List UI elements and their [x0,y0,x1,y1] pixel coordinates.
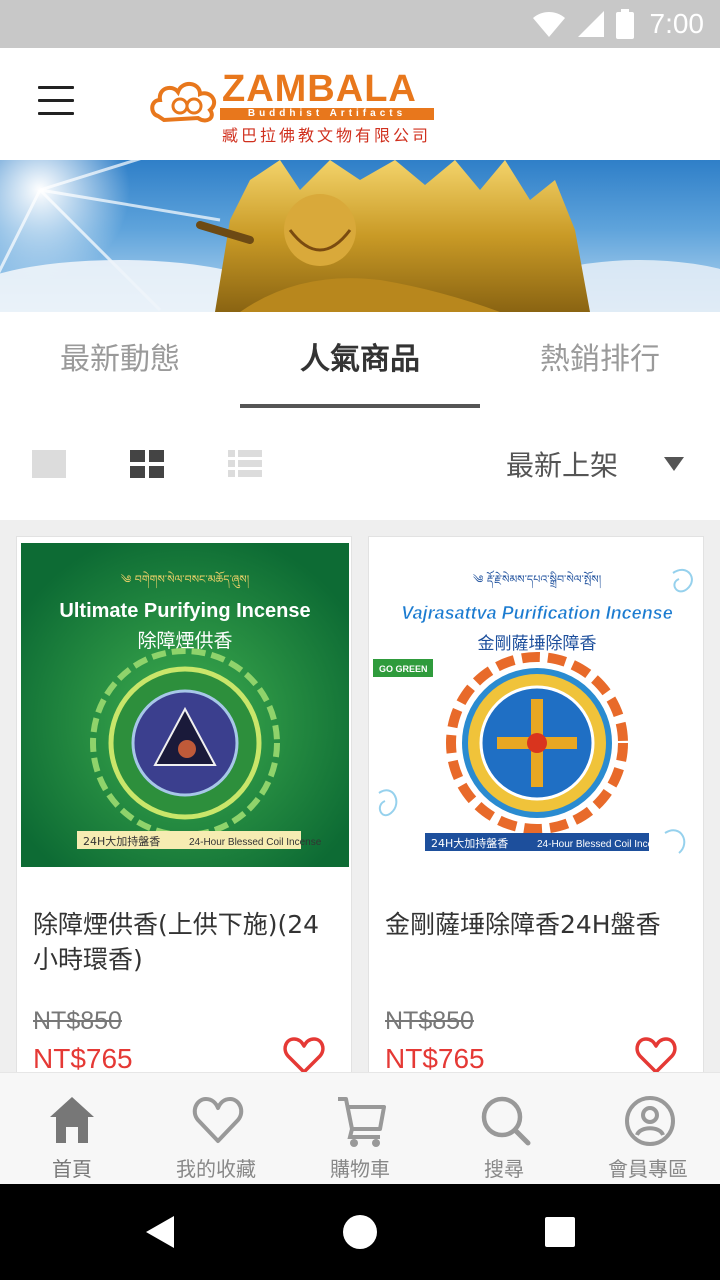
brand-name: ZAMBALA [222,68,417,110]
brand-logo[interactable]: ZAMBALA Buddhist Artifacts 臧巴拉佛教文物有限公司 [150,68,440,148]
sale-price: NT$765 [385,1043,485,1074]
svg-text:Vajrasattva Purification Incen: Vajrasattva Purification Incense [401,603,672,623]
tab-popular-products[interactable]: 人氣商品 [240,312,480,408]
home-button-icon[interactable] [336,1208,384,1256]
search-icon [481,1096,531,1146]
cart-icon [338,1097,386,1147]
system-navigation-bar [0,1184,720,1280]
view-toolbar: 最新上架 [0,408,720,520]
recents-icon[interactable] [536,1208,584,1256]
lotus-logo-icon [150,82,217,123]
product-image: ༄ བགེགས་སེལ་བསང་མཆོད་ཞུས། Ultimate Purif… [21,543,349,867]
nav-home-label: 首頁 [52,1157,92,1181]
product-name: 除障煙供香(上供下施)(24小時環香) [33,910,320,974]
banner-deity-image [0,160,720,312]
home-icon [50,1097,94,1143]
svg-text:24H大加持盤香: 24H大加持盤香 [83,834,160,848]
signal-icon [577,11,604,37]
account-icon [625,1096,675,1146]
nav-search-label: 搜尋 [484,1157,524,1181]
status-icons: 7:00 [532,0,705,48]
nav-cart-label: 購物車 [330,1157,390,1181]
status-time: 7:00 [649,8,705,39]
favorite-heart-icon[interactable] [635,1037,677,1075]
sort-label: 最新上架 [505,449,618,482]
nav-favorites[interactable]: 我的收藏 [144,1073,288,1185]
product-name: 金剛薩埵除障香24H盤香 [385,910,661,939]
tab-best-sellers[interactable]: 熱銷排行 [480,312,720,408]
svg-text:24-Hour Blessed Coil Incense: 24-Hour Blessed Coil Incense [537,839,670,850]
status-bar: 7:00 [0,0,720,48]
single-view-icon[interactable] [32,448,68,480]
app-header: ZAMBALA Buddhist Artifacts 臧巴拉佛教文物有限公司 [0,48,720,160]
tab-latest-news[interactable]: 最新動態 [0,312,240,408]
original-price: NT$850 [33,1007,122,1035]
heart-icon [192,1097,244,1143]
svg-text:GO GREEN: GO GREEN [379,664,428,674]
nav-search[interactable]: 搜尋 [432,1073,576,1185]
nav-home[interactable]: 首頁 [0,1073,144,1185]
svg-text:Ultimate Purifying Incense: Ultimate Purifying Incense [59,600,310,622]
brand-subtitle: Buddhist Artifacts [220,108,434,120]
sale-price: NT$765 [33,1043,133,1074]
caret-down-icon [664,457,684,471]
list-view-icon[interactable] [228,448,264,480]
nav-favorites-label: 我的收藏 [176,1157,256,1181]
product-card[interactable]: ༄ བགེགས་སེལ་བསང་མཆོད་ཞུས། Ultimate Purif… [16,536,352,1096]
svg-text:金剛薩埵除障香: 金剛薩埵除障香 [478,634,597,654]
svg-text:24-Hour Blessed Coil Incense: 24-Hour Blessed Coil Incense [189,837,322,848]
product-card[interactable]: ༄ རྡོ་རྗེ་སེམས་དཔའ་སྒྲིབ་སེལ་སྤོས། Vajra… [368,536,704,1096]
svg-text:24H大加持盤香: 24H大加持盤香 [431,836,508,850]
sort-dropdown[interactable]: 最新上架 [506,442,684,486]
original-price: NT$850 [385,1007,474,1035]
menu-icon[interactable] [38,86,74,118]
category-tabs: 最新動態 人氣商品 熱銷排行 [0,312,720,408]
hero-banner[interactable] [0,160,720,312]
nav-member-label: 會員專區 [608,1157,688,1181]
product-image: ༄ རྡོ་རྗེ་སེམས་དཔའ་སྒྲིབ་སེལ་སྤོས། Vajra… [373,543,701,867]
brand-chinese-name: 臧巴拉佛教文物有限公司 [222,126,432,145]
back-icon[interactable] [136,1208,184,1256]
grid-view-icon[interactable] [130,448,166,480]
nav-member[interactable]: 會員專區 [576,1073,720,1185]
favorite-heart-icon[interactable] [283,1037,325,1075]
bottom-navigation: 首頁 我的收藏 購物車 搜尋 會員專區 [0,1072,720,1184]
battery-icon [615,9,634,39]
nav-cart[interactable]: 購物車 [288,1073,432,1185]
wifi-icon [532,12,565,37]
